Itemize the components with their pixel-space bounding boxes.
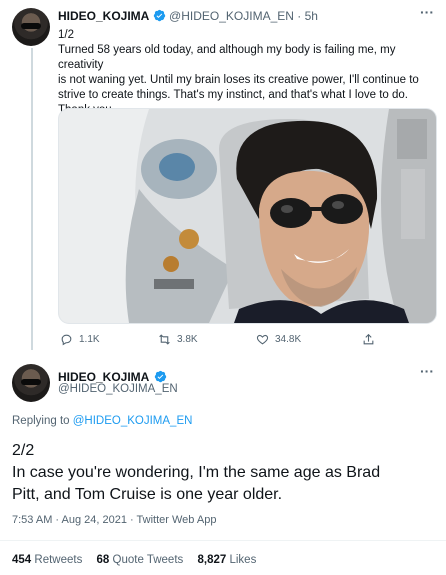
verified-badge-icon [154,370,166,383]
share-icon [363,333,374,345]
text-line: strive to create things. That's my insti… [58,89,408,101]
text-line: Turned 58 years old today, and although … [58,44,396,71]
retweet-action[interactable]: 3.8K [158,333,198,346]
quotes-label: Quote Tweets [112,554,184,566]
tweet-time[interactable]: 5h [305,9,318,23]
like-icon [256,334,269,345]
tweet2-text: 2/2 In case you're wondering, I'm the sa… [12,440,437,506]
likes-label: Likes [229,554,257,566]
retweet-count: 3.8K [177,334,198,345]
share-action[interactable] [362,333,375,346]
divider [0,540,446,541]
like-action[interactable]: 34.8K [256,333,301,346]
replying-prefix: Replying to [12,415,70,427]
replying-to-link[interactable]: @HIDEO_KOJIMA_EN [73,415,193,427]
display-name[interactable]: HIDEO_KOJIMA [58,9,149,23]
text-line: Pitt, and Tom Cruise is one year older. [12,486,283,503]
quotes-count: 68 [96,554,110,566]
avatar[interactable] [12,364,50,402]
likes-stat[interactable]: 8,827 Likes [197,554,256,566]
avatar[interactable] [12,8,50,46]
display-name[interactable]: HIDEO_KOJIMA [58,370,149,384]
thread-line [31,48,33,350]
tweet1-header: HIDEO_KOJIMA @HIDEO_KOJIMA_EN · 5h [58,9,318,23]
retweets-label: Retweets [34,554,83,566]
more-icon[interactable]: ··· [420,4,434,20]
photo-illustration [59,109,436,323]
tweet1-thread-index: 1/2 [58,29,74,41]
retweets-count: 454 [12,554,32,566]
text-line: In case you're wondering, I'm the same a… [12,464,381,481]
tweet1-text: Turned 58 years old today, and although … [58,43,443,118]
likes-count: 8,827 [197,554,227,566]
reply-action[interactable]: 1.1K [60,333,100,346]
engagement-stats: 454 Retweets 68 Quote Tweets 8,827 Likes [12,554,256,566]
quotes-stat[interactable]: 68 Quote Tweets [97,554,187,566]
thread-index: 2/2 [12,442,35,459]
like-count: 34.8K [275,334,302,345]
verified-badge-icon [153,9,165,22]
handle[interactable]: @HIDEO_KOJIMA_EN [169,9,294,23]
handle[interactable]: @HIDEO_KOJIMA_EN [58,383,178,395]
timestamp[interactable]: 7:53 AM · Aug 24, 2021 · Twitter Web App [12,514,216,526]
replying-to: Replying to @HIDEO_KOJIMA_EN [12,415,192,427]
reply-count: 1.1K [79,334,100,345]
reply-icon [61,334,72,346]
retweets-stat[interactable]: 454 Retweets [12,554,86,566]
retweet-icon [159,334,170,345]
tweet-photo[interactable] [58,108,437,324]
more-icon[interactable]: ··· [420,363,434,379]
text-line: is not waning yet. Until my brain loses … [58,74,419,86]
separator: · [297,9,302,23]
